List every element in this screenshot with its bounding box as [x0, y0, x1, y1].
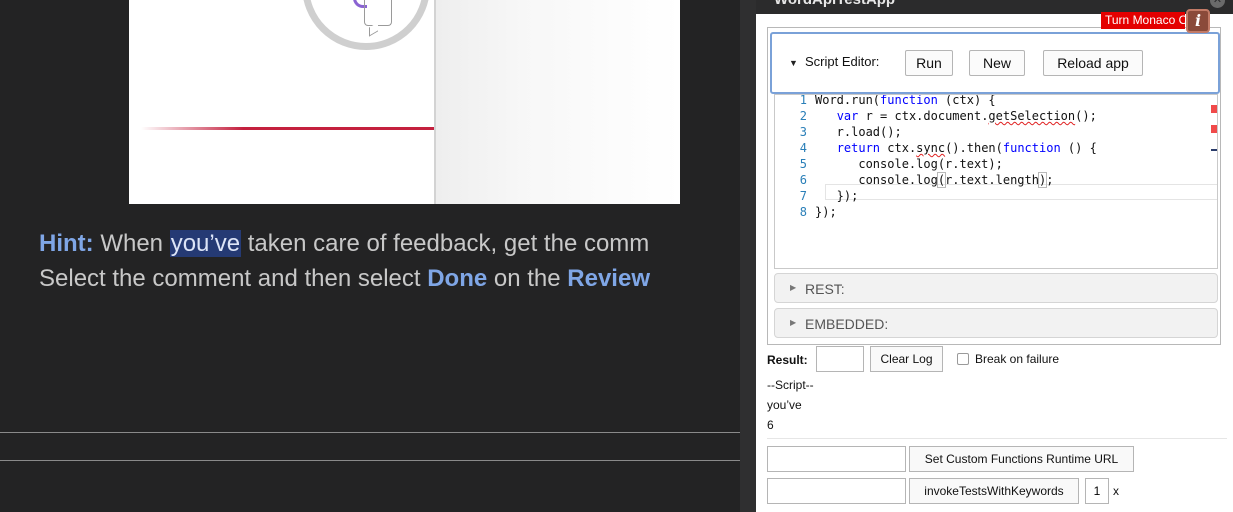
log-divider	[767, 438, 1227, 439]
code-line: 8});	[799, 205, 837, 219]
document-area: Hint: When you’ve taken care of feedback…	[0, 0, 740, 512]
clear-log-button[interactable]: Clear Log	[870, 346, 943, 372]
code-line: 4 return ctx.sync().then(function () {	[799, 141, 1097, 155]
illustration-side-panel	[434, 0, 680, 204]
addin-task-pane: WordApiTestApp ✕ ▼ Script Editor: Run Ne…	[740, 0, 1233, 512]
break-on-failure-label: Break on failure	[975, 352, 1060, 366]
log-line: --Script--	[767, 378, 814, 392]
pane-body: ▼ Script Editor: Run New Reload app 1 Wor…	[756, 14, 1233, 512]
document-divider	[0, 432, 740, 433]
count-input[interactable]: 1	[1085, 478, 1109, 504]
run-button[interactable]: Run	[905, 50, 953, 76]
log-line: you’ve	[767, 398, 802, 412]
set-runtime-url-button[interactable]: Set Custom Functions Runtime URL	[909, 446, 1134, 472]
error-marker	[1211, 105, 1217, 113]
keywords-input[interactable]	[767, 478, 906, 504]
pane-title: WordApiTestApp	[774, 0, 895, 8]
hint-text: When	[93, 230, 170, 257]
turn-monaco-off-button[interactable]: Turn Monaco Off	[1101, 12, 1185, 29]
code-line: 5 console.log(r.text);	[799, 157, 1003, 171]
illustration-red-line	[141, 127, 434, 130]
rest-label: REST:	[805, 281, 845, 297]
info-icon[interactable]: i	[1186, 9, 1210, 33]
result-label: Result:	[767, 353, 808, 367]
code-line: 7 });	[799, 189, 859, 203]
comment-bubble-icon	[364, 0, 392, 26]
error-marker	[1211, 125, 1217, 133]
break-on-failure-checkbox[interactable]	[957, 353, 969, 365]
hint-text: Select the comment and then select	[39, 265, 428, 292]
log-line: 6	[767, 418, 774, 432]
review-emphasis: Review	[567, 265, 650, 292]
code-editor[interactable]: 1 Word.run(function (ctx) { 2 var r = ctx…	[774, 94, 1218, 269]
document-divider	[0, 460, 740, 461]
times-label: x	[1113, 484, 1119, 498]
new-button[interactable]: New	[969, 50, 1025, 76]
expand-icon: ▶	[790, 318, 797, 327]
result-row: Result: Clear Log Break on failure	[767, 346, 1227, 374]
embedded-label: EMBEDDED:	[805, 316, 889, 332]
done-emphasis: Done	[427, 265, 488, 292]
code-line: 1 Word.run(function (ctx) {	[799, 94, 996, 107]
hint-line-1[interactable]: Hint: When you’ve taken care of feedback…	[39, 229, 649, 259]
close-icon[interactable]: ✕	[1210, 0, 1225, 8]
runtime-url-input[interactable]	[767, 446, 906, 472]
pane-edge	[740, 0, 756, 512]
code-line: 3 r.load();	[799, 125, 902, 139]
embedded-section[interactable]: ▶ EMBEDDED:	[774, 308, 1218, 338]
script-editor-header: ▼ Script Editor: Run New Reload app	[770, 32, 1220, 94]
hint-text: taken care of feedback, get the comm	[241, 230, 650, 257]
code-line: 6 console.log(r.text.length);	[799, 172, 1054, 188]
script-container: ▼ Script Editor: Run New Reload app 1 Wor…	[767, 27, 1221, 345]
collapse-icon[interactable]: ▼	[789, 58, 798, 68]
invoke-tests-button[interactable]: invokeTestsWithKeywords	[909, 478, 1079, 504]
overview-ruler-cursor	[1211, 149, 1217, 151]
hint-line-2[interactable]: Select the comment and then select Done …	[39, 264, 650, 294]
hint-text: on the	[487, 265, 568, 292]
result-input[interactable]	[816, 346, 864, 372]
hint-label: Hint:	[39, 230, 94, 257]
code-line: 2 var r = ctx.document.getSelection();	[799, 109, 1097, 123]
expand-icon: ▶	[790, 283, 797, 292]
script-editor-label: Script Editor:	[805, 54, 880, 69]
document-illustration	[129, 0, 680, 204]
reload-app-button[interactable]: Reload app	[1043, 50, 1143, 76]
selected-text[interactable]: you’ve	[169, 230, 242, 257]
rest-section[interactable]: ▶ REST:	[774, 273, 1218, 303]
